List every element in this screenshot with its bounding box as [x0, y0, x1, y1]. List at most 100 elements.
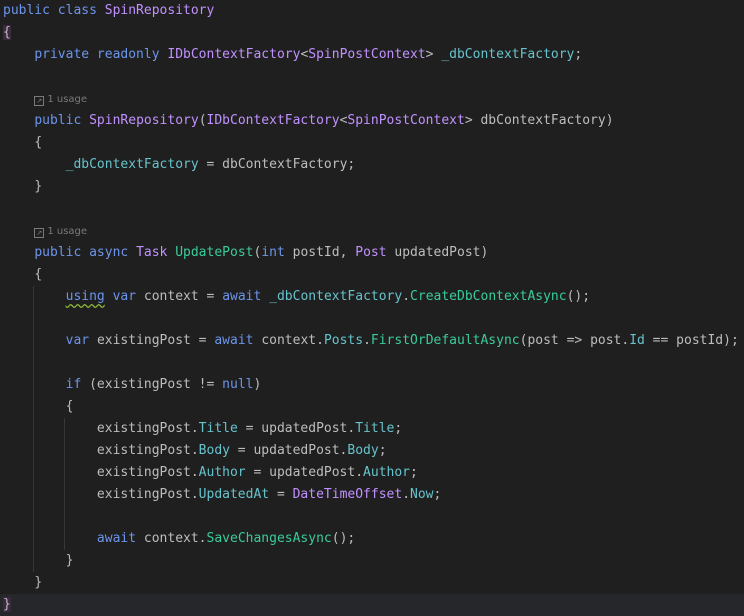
code-line[interactable]: {: [0, 264, 744, 286]
code-token: ;: [574, 47, 583, 62]
code-token: ;: [378, 443, 387, 458]
code-token: existingPost.: [96, 443, 199, 458]
code-token: postId,: [292, 245, 356, 260]
code-line[interactable]: [0, 66, 744, 88]
code-token: = dbContextFactory;: [198, 157, 356, 172]
code-token: Post: [355, 245, 395, 260]
code-token: }: [34, 575, 43, 590]
code-line[interactable]: [0, 198, 744, 220]
code-line[interactable]: [0, 352, 744, 374]
code-line[interactable]: var existingPost = await context.Posts.F…: [0, 330, 744, 352]
code-line[interactable]: await context.SaveChangesAsync();: [0, 528, 744, 550]
code-token: if: [65, 377, 90, 392]
code-line[interactable]: public class SpinRepository: [0, 0, 744, 22]
code-token: var: [65, 333, 97, 348]
code-token: .: [402, 487, 411, 502]
usage-hint-line[interactable]: ↗ 1 usage: [0, 220, 744, 242]
code-token: IDbContextFactory: [206, 113, 340, 128]
code-token: =: [269, 487, 293, 502]
code-token: existingPost.: [96, 421, 199, 436]
code-token: Now: [410, 487, 434, 502]
code-token: .: [363, 333, 371, 348]
code-line[interactable]: existingPost.Body = updatedPost.Body;: [0, 440, 744, 462]
code-token: IDbContextFactory: [167, 47, 301, 62]
code-token: await: [222, 289, 270, 304]
code-line[interactable]: if (existingPost != null): [0, 374, 744, 396]
code-token: }: [34, 179, 43, 194]
code-line[interactable]: using var context = await _dbContextFact…: [0, 286, 744, 308]
code-token: ;: [410, 465, 418, 480]
code-token: public class: [3, 3, 105, 18]
code-token: {: [34, 135, 43, 150]
code-line[interactable]: private readonly IDbContextFactory<SpinP…: [0, 44, 744, 66]
code-line[interactable]: existingPost.Author = updatedPost.Author…: [0, 462, 744, 484]
code-token: existingPost.: [96, 465, 199, 480]
code-token: Author: [198, 465, 246, 480]
code-token: ();: [566, 289, 591, 304]
code-token: FirstOrDefaultAsync: [370, 333, 520, 348]
code-line[interactable]: {: [0, 396, 744, 418]
code-token: Title: [355, 421, 395, 436]
code-line[interactable]: existingPost.Title = updatedPost.Title;: [0, 418, 744, 440]
usage-arrow-icon: ↗: [34, 96, 45, 106]
code-token: Task: [136, 245, 176, 260]
code-token: public async: [34, 245, 137, 260]
code-line[interactable]: [0, 506, 744, 528]
code-line[interactable]: }: [0, 176, 744, 198]
code-line[interactable]: }: [0, 594, 744, 616]
usages-link[interactable]: ↗ 1 usage: [34, 226, 88, 238]
usage-arrow-icon: ↗: [34, 228, 45, 238]
code-token: ;: [433, 487, 442, 502]
code-line[interactable]: }: [0, 550, 744, 572]
code-token: context.: [261, 333, 324, 348]
indent-guide: [33, 286, 34, 572]
code-token: .: [402, 289, 411, 304]
code-token: Body: [198, 443, 230, 458]
code-line[interactable]: {: [0, 132, 744, 154]
code-token: context =: [143, 289, 223, 304]
code-token: = updatedPost.: [229, 443, 348, 458]
code-line[interactable]: public SpinRepository(IDbContextFactory<…: [0, 110, 744, 132]
code-token: existingPost.: [96, 487, 199, 502]
code-token: = updatedPost.: [237, 421, 356, 436]
code-token: _dbContextFactory: [269, 289, 403, 304]
code-token: Title: [198, 421, 238, 436]
code-line[interactable]: }: [0, 572, 744, 594]
code-token: = updatedPost.: [245, 465, 364, 480]
code-token: public: [34, 113, 90, 128]
code-token: > dbContextFactory): [464, 113, 614, 128]
code-token: SpinRepository: [89, 113, 199, 128]
code-line[interactable]: _dbContextFactory = dbContextFactory;: [0, 154, 744, 176]
code-token: ): [253, 377, 262, 392]
code-token: UpdatePost: [175, 245, 254, 260]
code-line[interactable]: existingPost.UpdatedAt = DateTimeOffset.…: [0, 484, 744, 506]
code-token: == postId);: [644, 333, 739, 348]
usage-hint-line[interactable]: ↗ 1 usage: [0, 88, 744, 110]
usages-link[interactable]: ↗ 1 usage: [34, 94, 87, 106]
indent-guide: [64, 418, 65, 550]
code-line[interactable]: public async Task UpdatePost(int postId,…: [0, 242, 744, 264]
code-token: ();: [331, 531, 356, 546]
code-editor[interactable]: public class SpinRepository { private rea…: [0, 0, 744, 616]
code-token: Posts: [323, 333, 364, 348]
code-line[interactable]: [0, 308, 744, 330]
code-token: }: [3, 597, 11, 612]
usage-count: 1 usage: [47, 226, 88, 237]
code-token: SaveChangesAsync: [206, 531, 332, 546]
code-token: {: [34, 267, 43, 282]
code-line[interactable]: {: [0, 22, 744, 44]
